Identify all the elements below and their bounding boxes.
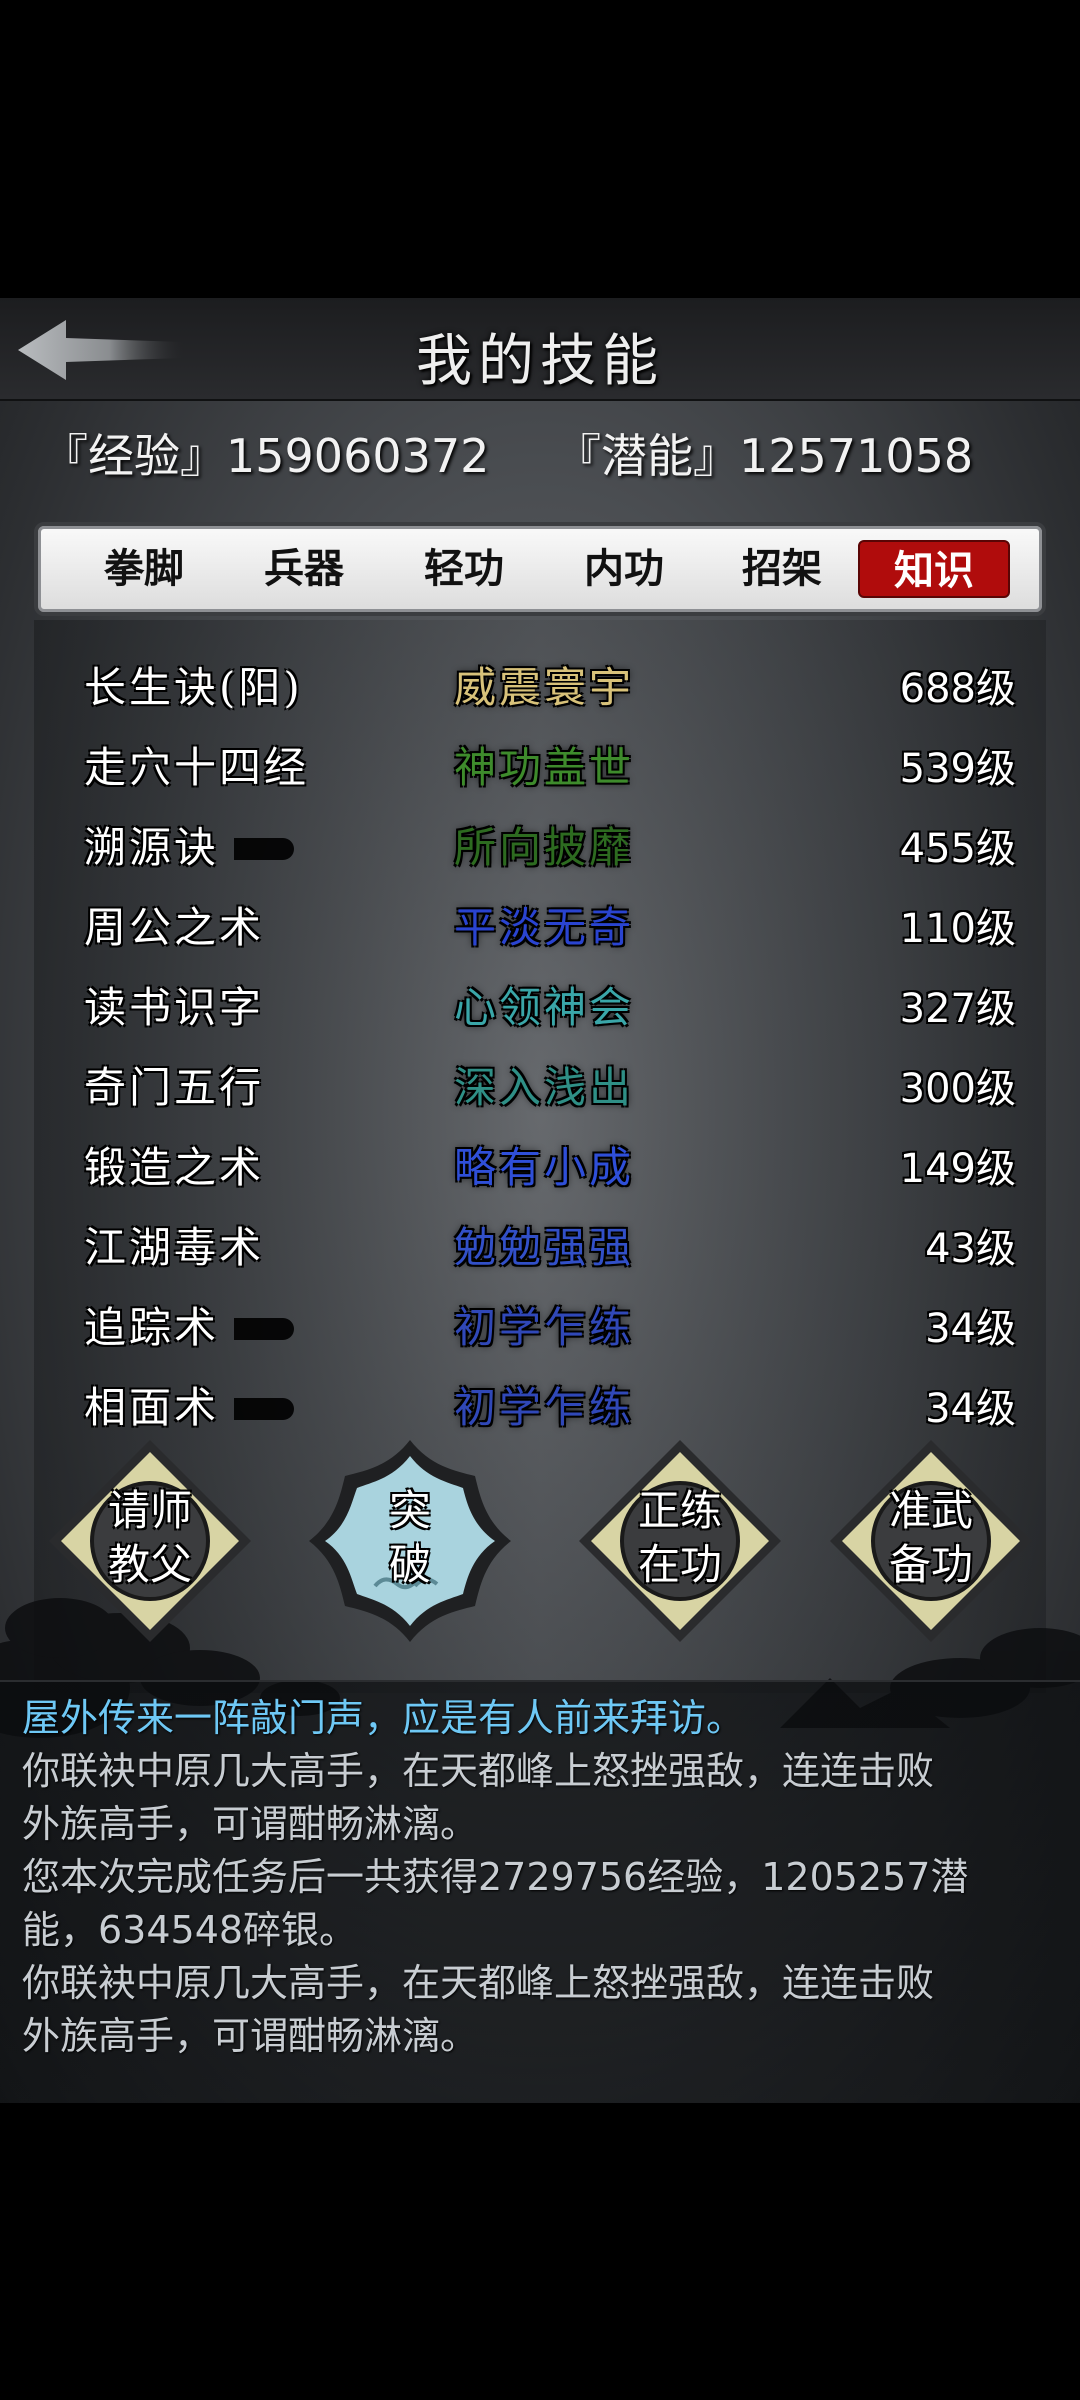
skill-rank: 威震寰宇 xyxy=(454,663,635,712)
brush-stroke xyxy=(234,1398,294,1420)
tab-knowledge[interactable]: 知识 xyxy=(858,540,1010,598)
header-bar: 我的技能 xyxy=(0,298,1080,401)
skill-row[interactable]: 长生诀(阳) 威震寰宇 688级 xyxy=(34,644,1046,724)
skill-rank: 初学乍练 xyxy=(454,1303,635,1352)
skill-name: 周公之术 xyxy=(84,903,265,952)
skill-rank: 深入浅出 xyxy=(454,1063,635,1112)
prepared-skill-button[interactable]: 准武 备功 xyxy=(826,1436,1036,1646)
skill-level: 34级 xyxy=(925,1386,1016,1432)
tab-fist[interactable]: 拳脚 xyxy=(68,540,220,598)
skill-name: 长生诀(阳) xyxy=(84,663,303,712)
skill-level: 327级 xyxy=(899,986,1016,1032)
brush-stroke xyxy=(234,838,294,860)
skill-category-tabs: 拳脚 兵器 轻功 内功 招架 知识 xyxy=(34,522,1046,616)
breakthrough-button[interactable]: 突 破 xyxy=(305,1436,515,1646)
game-screen: 我的技能 『经验』159060372 『潜能』12571058 拳脚 兵器 轻功… xyxy=(0,298,1080,2103)
skill-name: 奇门五行 xyxy=(84,1063,265,1112)
skill-level: 34级 xyxy=(925,1306,1016,1352)
page-title: 我的技能 xyxy=(416,329,664,394)
skill-row[interactable]: 相面术 初学乍练 34级 xyxy=(34,1364,1046,1444)
skill-level: 149级 xyxy=(899,1146,1016,1192)
skill-row[interactable]: 江湖毒术 勉勉强强 43级 xyxy=(34,1204,1046,1284)
skill-row[interactable]: 周公之术 平淡无奇 110级 xyxy=(34,884,1046,964)
skill-row[interactable]: 读书识字 心领神会 327级 xyxy=(34,964,1046,1044)
brush-stroke xyxy=(234,1318,294,1340)
action-label-line2: 备功 xyxy=(888,1540,973,1589)
skill-level: 43级 xyxy=(925,1226,1016,1272)
tab-weapon[interactable]: 兵器 xyxy=(228,540,380,598)
skill-name: 追踪术 xyxy=(84,1303,220,1352)
action-label-line2: 破 xyxy=(388,1540,431,1589)
skill-name: 江湖毒术 xyxy=(84,1223,265,1272)
skill-rank: 略有小成 xyxy=(454,1143,635,1192)
action-label-line1: 准武 xyxy=(888,1486,973,1535)
tab-lightness[interactable]: 轻功 xyxy=(388,540,540,598)
log-line: 屋外传来一阵敲门声，应是有人前来拜访。 xyxy=(22,1696,745,1740)
action-label-line2: 教父 xyxy=(107,1540,192,1589)
log-line: 您本次完成任务后一共获得2729756经验，1205257潜 xyxy=(22,1855,969,1899)
log-line: 外族高手，可谓酣畅淋漓。 xyxy=(22,1802,479,1846)
potential-stat: 『潜能』12571058 xyxy=(555,429,974,483)
log-line: 你联袂中原几大高手，在天都峰上怒挫强敌，连连击败 xyxy=(22,1961,935,2005)
skill-rank: 初学乍练 xyxy=(454,1383,635,1432)
skill-row[interactable]: 奇门五行 深入浅出 300级 xyxy=(34,1044,1046,1124)
tab-internal[interactable]: 内功 xyxy=(548,540,700,598)
skill-row[interactable]: 走穴十四经 神功盖世 539级 xyxy=(34,724,1046,804)
skill-name: 走穴十四经 xyxy=(84,743,310,792)
skill-name: 读书识字 xyxy=(84,983,265,1032)
skill-level: 539级 xyxy=(899,746,1016,792)
tab-parry[interactable]: 招架 xyxy=(706,540,858,598)
skill-name: 锻造之术 xyxy=(84,1143,265,1192)
skill-level: 300级 xyxy=(899,1066,1016,1112)
skill-name: 溯源诀 xyxy=(84,823,220,872)
stats-bar: 『经验』159060372 『潜能』12571058 xyxy=(0,420,1080,490)
skill-rank: 神功盖世 xyxy=(454,743,635,792)
skill-level: 688级 xyxy=(899,666,1016,712)
skill-row[interactable]: 追踪术 初学乍练 34级 xyxy=(34,1284,1046,1364)
consult-master-button[interactable]: 请师 教父 xyxy=(45,1436,255,1646)
action-label-line2: 在功 xyxy=(637,1540,722,1589)
skill-row[interactable]: 锻造之术 略有小成 149级 xyxy=(34,1124,1046,1204)
action-label-line1: 正练 xyxy=(637,1486,722,1535)
skill-name: 相面术 xyxy=(84,1383,220,1432)
log-line: 外族高手，可谓酣畅淋漓。 xyxy=(22,2014,479,2058)
log-line: 你联袂中原几大高手，在天都峰上怒挫强敌，连连击败 xyxy=(22,1749,935,1793)
skill-rank: 所向披靡 xyxy=(454,823,635,872)
skill-rank: 平淡无奇 xyxy=(454,903,635,952)
current-training-button[interactable]: 正练 在功 xyxy=(575,1436,785,1646)
skill-level: 110级 xyxy=(899,906,1016,952)
skill-row[interactable]: 溯源诀 所向披靡 455级 xyxy=(34,804,1046,884)
action-label-line1: 突 xyxy=(388,1486,431,1535)
skill-level: 455级 xyxy=(899,826,1016,872)
experience-stat: 『经验』159060372 xyxy=(42,429,490,483)
skill-rank: 心领神会 xyxy=(454,983,635,1032)
action-label-line1: 请师 xyxy=(107,1486,192,1535)
log-line: 能，634548碎银。 xyxy=(22,1908,358,1952)
message-log[interactable]: 屋外传来一阵敲门声，应是有人前来拜访。 你联袂中原几大高手，在天都峰上怒挫强敌，… xyxy=(0,1680,1080,2103)
skill-rank: 勉勉强强 xyxy=(454,1223,635,1272)
